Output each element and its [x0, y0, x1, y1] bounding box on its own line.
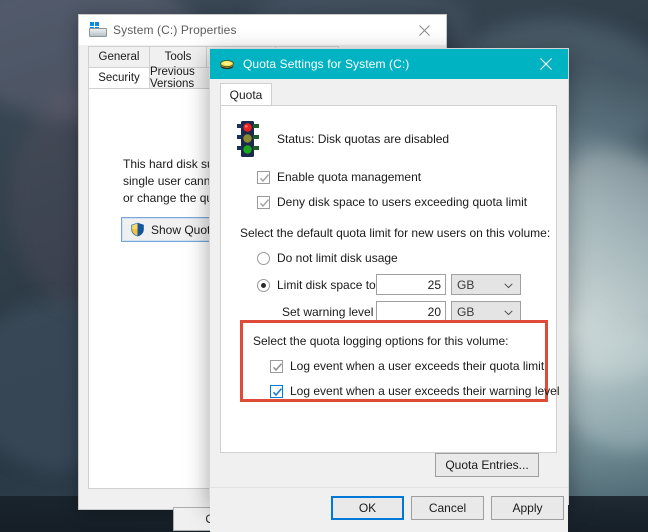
quota-dialog-footer: OK Cancel Apply: [210, 487, 568, 532]
desktop-wallpaper: System (C:) Properties General Tools Har…: [0, 0, 648, 532]
chevron-down-icon: [504, 305, 513, 319]
warning-unit-value: GB: [457, 304, 475, 319]
chevron-down-icon: [504, 278, 513, 292]
apply-button[interactable]: Apply: [491, 496, 564, 520]
logging-heading: Select the quota logging options for thi…: [253, 334, 509, 348]
close-icon[interactable]: [402, 15, 446, 45]
quota-status-text: Status: Disk quotas are disabled: [277, 132, 450, 146]
quota-dialog-body: Quota Status: Disk quotas are disabled E…: [210, 79, 568, 532]
tab-general[interactable]: General: [88, 46, 150, 67]
limit-value-input[interactable]: 25: [376, 274, 446, 295]
default-limit-heading: Select the default quota limit for new u…: [240, 226, 551, 240]
checkbox-box: [257, 195, 270, 209]
drive-icon: [89, 22, 107, 38]
traffic-light-icon: [235, 120, 261, 158]
checkbox-log-warning-level[interactable]: Log event when a user exceeds their warn…: [270, 384, 560, 398]
limit-unit-value: GB: [457, 277, 475, 292]
quota-entries-button[interactable]: Quota Entries...: [435, 453, 539, 477]
shield-icon: [131, 222, 144, 237]
warning-level-label: Set warning level to: [282, 305, 387, 319]
quota-status-row: Status: Disk quotas are disabled: [235, 120, 449, 158]
checkbox-box: [270, 384, 283, 398]
limit-unit-select[interactable]: GB: [451, 274, 521, 295]
checkbox-label: Enable quota management: [277, 170, 422, 184]
warning-unit-select[interactable]: GB: [451, 301, 521, 322]
cancel-button[interactable]: Cancel: [411, 496, 484, 520]
tab-quota-active[interactable]: Quota: [220, 83, 272, 106]
checkbox-label: Deny disk space to users exceeding quota…: [277, 195, 528, 209]
ok-button[interactable]: OK: [331, 496, 404, 520]
checkbox-label: Log event when a user exceeds their warn…: [290, 384, 560, 398]
quota-title: Quota Settings for System (C:): [243, 57, 410, 71]
system-properties-titlebar: System (C:) Properties: [79, 15, 446, 45]
radio-label: Limit disk space to: [277, 278, 376, 292]
quota-panel: Status: Disk quotas are disabled Enable …: [220, 105, 560, 453]
warning-value-input[interactable]: 20: [376, 301, 446, 322]
quota-settings-dialog[interactable]: Quota Settings for System (C:) Quota Sta…: [209, 48, 569, 532]
tab-security[interactable]: Security: [88, 67, 150, 88]
checkbox-label: Log event when a user exceeds their quot…: [290, 359, 545, 373]
checkbox-enable-quota-management[interactable]: Enable quota management: [257, 170, 421, 184]
radio-do-not-limit[interactable]: Do not limit disk usage: [257, 251, 398, 265]
radio-box: [257, 251, 270, 265]
system-properties-title: System (C:) Properties: [113, 23, 237, 37]
radio-limit-disk-space[interactable]: Limit disk space to: [257, 278, 376, 292]
quota-tabstrip: Quota: [220, 83, 272, 106]
checkbox-box: [270, 359, 283, 373]
tab-tools[interactable]: Tools: [149, 46, 207, 67]
checkbox-log-quota-limit[interactable]: Log event when a user exceeds their quot…: [270, 359, 544, 373]
checkbox-box: [257, 170, 270, 184]
quota-titlebar: Quota Settings for System (C:): [210, 49, 568, 79]
wallpaper-texture: [560, 330, 648, 450]
checkbox-deny-disk-space[interactable]: Deny disk space to users exceeding quota…: [257, 195, 527, 209]
radio-label: Do not limit disk usage: [277, 251, 398, 265]
quota-disk-icon: [219, 56, 235, 72]
radio-box: [257, 278, 270, 292]
close-icon[interactable]: [524, 49, 568, 79]
